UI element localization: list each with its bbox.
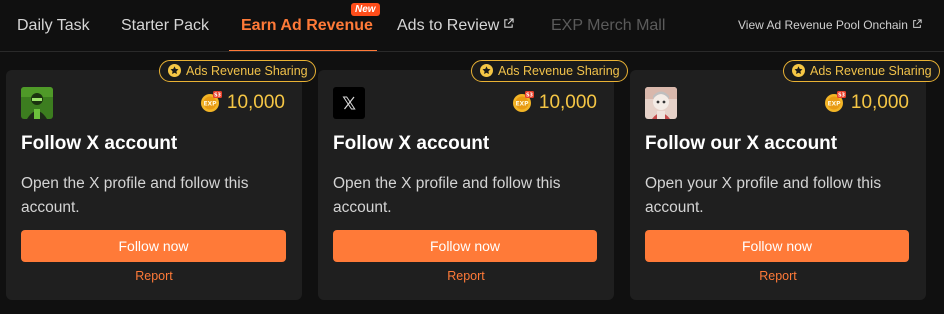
reward-amount: EXP S3 10,000: [512, 91, 597, 115]
green-character-avatar: [21, 87, 53, 119]
external-link-icon: [504, 18, 514, 28]
svg-text:EXP: EXP: [515, 101, 529, 108]
reward-amount: EXP S3 10,000: [200, 91, 285, 115]
svg-text:EXP: EXP: [827, 101, 841, 108]
star-icon: [168, 64, 181, 77]
tab-earn-ad-revenue[interactable]: Earn Ad Revenue: [241, 15, 373, 37]
card-title: Follow our X account: [645, 133, 838, 154]
tab-starter-pack[interactable]: Starter Pack: [121, 15, 209, 37]
ads-revenue-sharing-badge: Ads Revenue Sharing: [471, 60, 628, 82]
task-card: EXP S3 10,000 Follow X account Open the …: [6, 70, 302, 300]
card-title: Follow X account: [21, 133, 178, 154]
card-description: Open the X profile and follow this accou…: [333, 175, 561, 216]
anime-character-avatar: [645, 87, 677, 119]
follow-now-button[interactable]: Follow now: [333, 230, 597, 262]
reward-value: 10,000: [538, 92, 597, 113]
exp-coin-icon: EXP S3: [200, 91, 222, 113]
reward-value: 10,000: [850, 92, 909, 113]
ads-revenue-sharing-badge: Ads Revenue Sharing: [159, 60, 316, 82]
exp-coin-icon: EXP S3: [512, 91, 534, 113]
star-icon: [480, 64, 493, 77]
external-link-icon: [913, 19, 922, 28]
tab-ads-to-review-label: Ads to Review: [397, 17, 500, 34]
tab-daily-task[interactable]: Daily Task: [17, 15, 90, 37]
ads-revenue-sharing-badge: Ads Revenue Sharing: [783, 60, 940, 82]
card-description: Open your X profile and follow this acco…: [645, 175, 882, 216]
report-link[interactable]: Report: [318, 269, 614, 283]
follow-now-button[interactable]: Follow now: [21, 230, 286, 262]
card-description: Open the X profile and follow this accou…: [21, 175, 249, 216]
svg-text:S3: S3: [526, 93, 534, 99]
tab-ads-to-review[interactable]: Ads to Review: [397, 15, 514, 37]
tab-exp-merch-mall: EXP Merch Mall: [551, 17, 666, 34]
task-card: EXP S3 10,000 Follow X account Open the …: [318, 70, 614, 300]
exp-coin-icon: EXP S3: [824, 91, 846, 113]
tab-bar: Daily Task Starter Pack Earn Ad Revenue …: [0, 0, 944, 52]
pool-link-label: View Ad Revenue Pool Onchain: [738, 18, 908, 32]
new-badge: New: [351, 3, 380, 16]
reward-amount: EXP S3 10,000: [824, 91, 909, 115]
badge-label: Ads Revenue Sharing: [186, 64, 308, 78]
badge-label: Ads Revenue Sharing: [498, 64, 620, 78]
report-link[interactable]: Report: [6, 269, 302, 283]
reward-value: 10,000: [226, 92, 285, 113]
card-title: Follow X account: [333, 133, 490, 154]
task-card: EXP S3 10,000 Follow our X account Open …: [630, 70, 926, 300]
view-ad-revenue-pool-link[interactable]: View Ad Revenue Pool Onchain: [738, 16, 922, 34]
follow-now-button[interactable]: Follow now: [645, 230, 909, 262]
svg-text:EXP: EXP: [203, 101, 217, 108]
badge-label: Ads Revenue Sharing: [810, 64, 932, 78]
star-icon: [792, 64, 805, 77]
svg-text:S3: S3: [838, 93, 846, 99]
svg-text:S3: S3: [214, 93, 222, 99]
tab-bar-divider: [0, 51, 944, 52]
report-link[interactable]: Report: [630, 269, 926, 283]
x-logo-avatar: [333, 87, 365, 119]
